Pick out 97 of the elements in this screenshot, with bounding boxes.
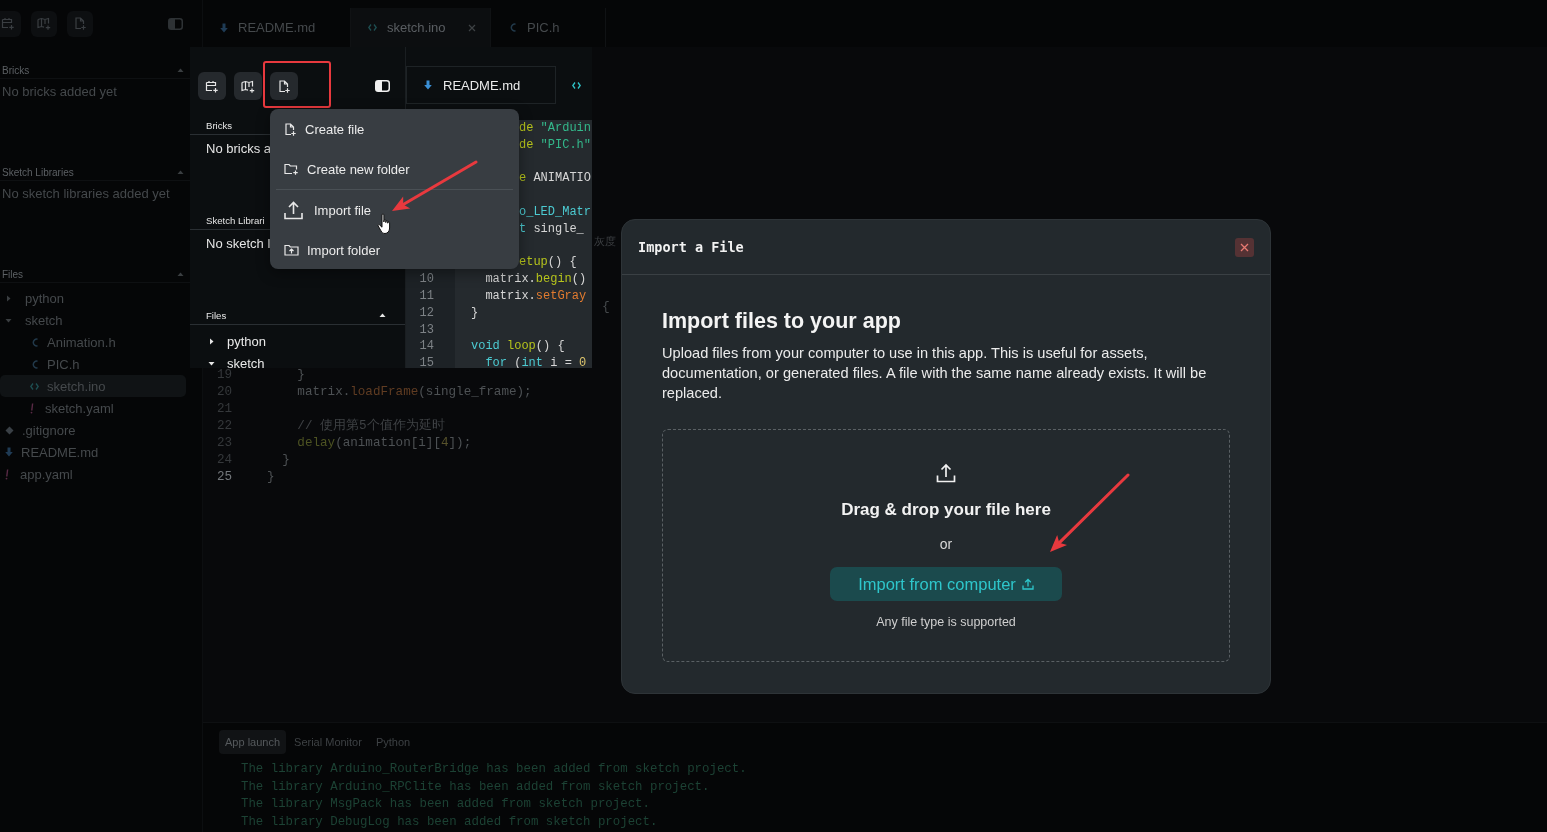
book-plus-icon [241,79,255,93]
empty-message: No sketch l [205,235,272,253]
code-line: matrix.begin() [484,271,587,288]
separator-text: or [939,535,953,554]
section-title: Bricks [2,64,30,76]
code-icon [572,80,581,90]
code-line: matrix.setGray [484,287,587,305]
file-tree-item[interactable]: app.yaml [0,463,186,485]
code-line: } [296,367,305,384]
c-file-icon [30,336,39,348]
drop-zone[interactable]: Drag & drop your file here or Import from computer Any file type is supported [662,429,1230,662]
log-line: The library DebugLog has been added from sketch project. [241,813,659,831]
hint-text: Any file type is supported [876,614,1016,631]
exclamation-icon [30,402,34,414]
dialog-description: Upload files from your computer to use in this app. This is useful for assets, documentation, or generated files. A file with the same name already exists. It will be replaced. [662,344,1208,403]
box-plus-icon [205,79,219,93]
file-tree-item[interactable]: sketch.yaml [0,397,186,419]
code-fragment: { [602,299,610,314]
line-number: 15 [418,355,435,368]
section-title: Bricks [206,120,233,131]
section-title: Sketch Libraries [2,166,74,178]
dialog-title: Import a File [638,239,744,255]
log-line: The library Arduino_RouterBridge has been added from sketch project. [241,761,748,778]
upload-icon [936,463,956,483]
drop-prompt: Drag & drop your file here [841,499,1051,521]
console-tab[interactable]: Python [369,730,417,754]
hand-cursor-icon [377,213,393,235]
code-line: o_LED_Matr [518,204,591,221]
file-tree-item[interactable]: python [0,287,186,309]
console-tab[interactable]: Serial Monitor [288,730,368,754]
folder-plus-icon [284,163,299,175]
code-line: de "Arduin [518,120,591,137]
console-tab[interactable]: App launch [219,730,287,754]
toolbar-button[interactable] [270,72,298,100]
panel-toggle-icon[interactable] [168,17,183,30]
down-arrow-icon [424,80,432,90]
line-number: 14 [418,338,435,356]
code-line: t single_ [518,220,584,238]
exclamation-icon [5,468,9,480]
line-number: 12 [418,304,435,322]
section-title: Files [206,310,227,321]
code-line: } [266,469,275,486]
import-button[interactable]: Import from computer [830,567,1062,601]
line-number: 25 [215,469,232,486]
c-file-icon [508,22,517,33]
line-number: 13 [418,321,435,339]
close-button[interactable] [1235,237,1254,257]
editor-tab[interactable]: sketch.ino [351,8,491,47]
file-plus-icon [73,17,87,30]
empty-message: No sketch libraries added yet [1,185,171,203]
code-line: } [470,304,479,322]
close-icon [1240,242,1249,252]
code-line: de "PIC.h" [518,136,591,154]
file-tree-item[interactable]: sketch [0,309,186,331]
empty-message: No bricks a [205,140,273,158]
upload-icon [284,200,303,220]
section-title: Sketch Librari [206,215,265,226]
log-line: The library Arduino_RPClite has been added from sketch project. [241,778,711,796]
diamond-icon [5,425,14,435]
file-tree-item[interactable]: python [190,330,405,352]
file-tree-item[interactable]: README.md [0,441,186,463]
box-plus-icon [1,17,15,30]
file-tree-item[interactable]: PIC.h [0,353,186,375]
down-arrow-icon [220,22,228,33]
file-tree-item[interactable]: .gitignore [0,419,186,441]
code-line: matrix.loadFrame(single_frame); [296,384,532,401]
dialog-heading: Import files to your app [662,308,902,334]
code-line: etup() { [518,254,577,272]
toolbar-button[interactable] [234,72,262,100]
code-icon [30,381,39,391]
section-title: Files [2,268,24,280]
menu-item[interactable]: Import file [270,190,519,230]
line-number: 10 [418,271,435,288]
file-tree-item[interactable]: sketch [190,352,405,368]
folder-upload-icon [284,244,299,256]
log-line: The library MsgPack has been added from sketch project. [241,796,651,813]
code-line: for (int i = 0 [484,355,587,368]
file-tree-item[interactable]: Animation.h [0,331,186,353]
code-icon [368,23,377,32]
menu-item[interactable]: Create file [270,109,519,149]
menu-item[interactable]: Create new folder [270,149,519,189]
line-number: 11 [418,287,435,305]
file-plus-icon [284,122,297,136]
down-arrow-icon [5,447,13,457]
close-icon[interactable] [468,23,476,32]
empty-message: No bricks added yet [1,83,118,101]
editor-tab[interactable]: README.md [406,66,556,104]
book-plus-icon [37,17,51,30]
menu-item[interactable]: Import folder [270,230,519,270]
code-line: void loop() { [470,338,565,356]
code-line: e ANIMATIO [518,170,591,188]
c-file-icon [30,358,39,370]
toolbar-button[interactable] [198,72,226,100]
upload-icon [1021,578,1034,590]
code-line: delay(animation[i][4]); [296,435,472,452]
code-line: } [281,452,290,469]
file-plus-icon [277,79,291,93]
